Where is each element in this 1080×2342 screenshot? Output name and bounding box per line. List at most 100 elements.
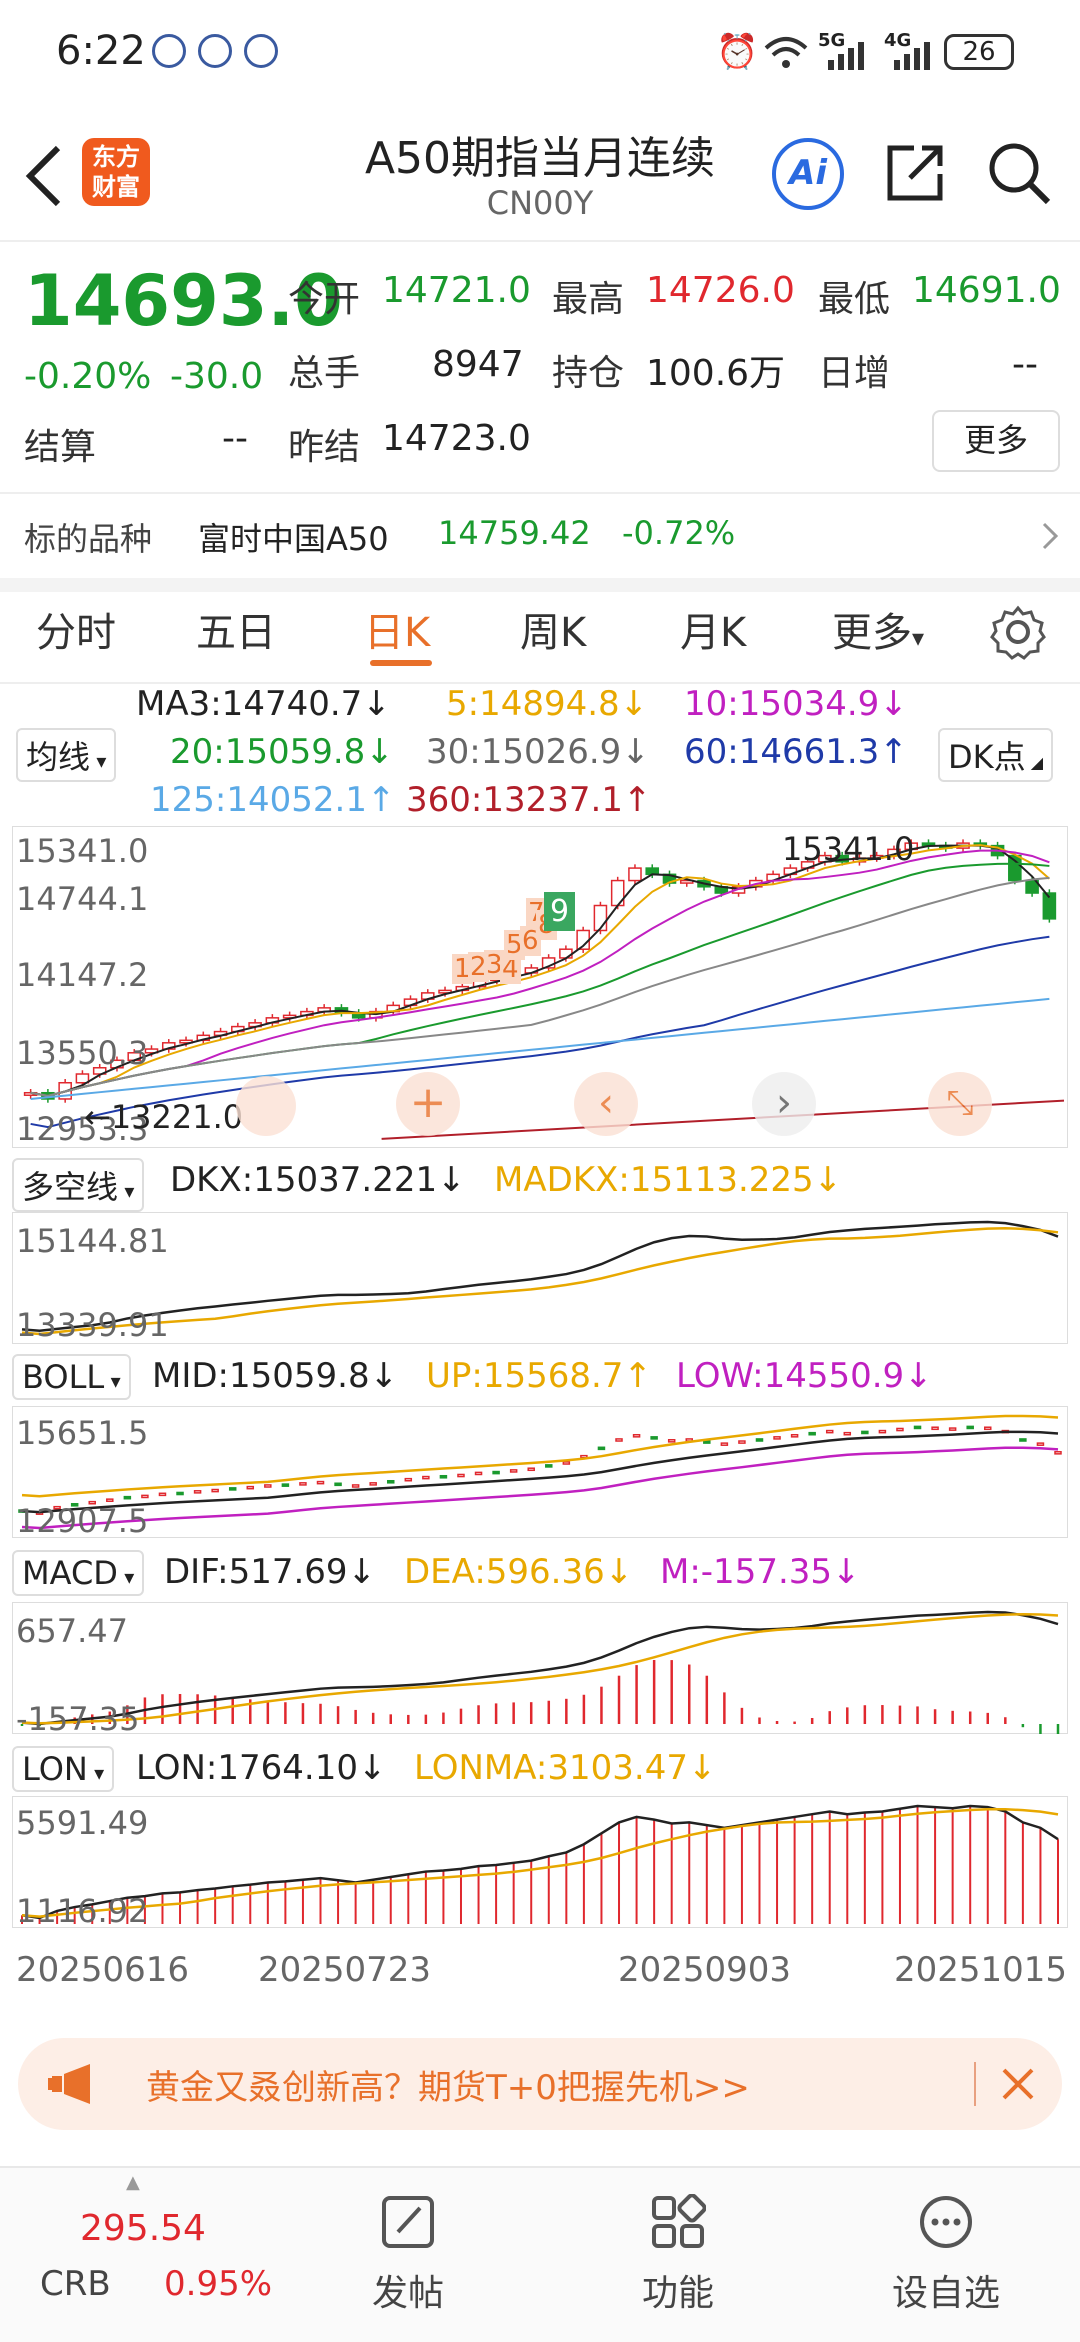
scroll-left-button[interactable]: ‹ <box>574 1072 638 1136</box>
fullscreen-button[interactable]: ⤡ <box>928 1072 992 1136</box>
boll-candle <box>896 1427 904 1432</box>
madkx-value: MADKX:15113.225↓ <box>494 1160 843 1200</box>
macd-dea-line <box>21 1612 1059 1725</box>
caret-up-icon: ▲ <box>126 2172 140 2193</box>
high-value: 14726.0 <box>646 270 795 311</box>
chevron-left-icon: ‹ <box>598 1080 614 1126</box>
underlying-pct: -0.72% <box>622 514 736 552</box>
y-tick-label: 5591.49 <box>16 1804 149 1842</box>
add-watchlist-button[interactable]: 设自选 <box>856 2188 1036 2338</box>
open-label: 今开 <box>288 279 361 320</box>
status-time: 6:22 <box>56 28 146 74</box>
open-interest-value: 100.6万 <box>646 353 786 394</box>
tab-daily-k[interactable]: 日K <box>364 600 430 658</box>
y-tick-label: 14147.2 <box>16 956 149 994</box>
change-percent: -0.20% <box>24 356 152 397</box>
x-date-label: 20250723 <box>258 1950 432 1990</box>
tab-five-day[interactable]: 五日 <box>196 600 276 658</box>
boll-candle <box>211 1488 219 1493</box>
boll-candle <box>562 1461 571 1465</box>
daily-increase-value: -- <box>1012 344 1038 385</box>
boll-candle <box>228 1487 237 1491</box>
zoom-out-button[interactable] <box>236 1076 296 1136</box>
boll-selector[interactable]: BOLL ▾ <box>12 1354 131 1400</box>
close-icon[interactable] <box>1000 2066 1036 2102</box>
boll-candle <box>861 1430 869 1435</box>
ma10-line <box>30 849 1050 1097</box>
boll-candle <box>509 1469 518 1473</box>
volume-label: 总手 <box>288 353 361 394</box>
boll-candle <box>790 1433 799 1438</box>
boll-candle <box>158 1492 167 1497</box>
zoom-in-button[interactable]: + <box>396 1072 460 1136</box>
functions-button[interactable]: 功能 <box>588 2188 768 2338</box>
boll-candle <box>141 1494 149 1499</box>
macd-selector[interactable]: MACD ▾ <box>12 1550 145 1596</box>
boll-candle <box>703 1440 711 1444</box>
boll-candle <box>281 1483 290 1487</box>
lon-chart[interactable] <box>12 1796 1068 1928</box>
boll-candle <box>878 1429 887 1434</box>
lon-selector-label: LON <box>22 1750 88 1788</box>
y-tick-label: 15651.5 <box>16 1414 149 1452</box>
open-interest-label: 持仓 <box>552 353 625 394</box>
boll-candle <box>334 1482 342 1487</box>
volume-value: 8947 <box>432 344 524 385</box>
prev-settle-label: 昨结 <box>288 427 361 468</box>
more-quote-button[interactable]: 更多 <box>932 410 1060 472</box>
status-bar: 6:22 ⏰ 5G 4G 26 <box>0 0 1080 110</box>
x-date-label: 20250616 <box>16 1950 190 1990</box>
x-date-label: 20251015 <box>894 1950 1068 1990</box>
boll-candle <box>808 1431 816 1436</box>
boll-candle <box>738 1440 746 1444</box>
x-date-label: 20250903 <box>618 1950 792 1990</box>
search-icon[interactable] <box>986 140 1052 206</box>
candle-body <box>593 904 608 932</box>
dkx-chart[interactable] <box>12 1212 1068 1344</box>
boll-candle <box>843 1431 852 1436</box>
scroll-right-button[interactable]: › <box>752 1072 816 1136</box>
boll-candle <box>351 1484 360 1488</box>
boll-mid-line <box>21 1430 1059 1514</box>
ai-assistant-button[interactable]: Ai <box>772 138 844 210</box>
open-value: 14721.0 <box>382 270 531 311</box>
boll-candle <box>650 1436 658 1440</box>
daily-increase-label: 日增 <box>818 353 891 394</box>
boll-chart[interactable] <box>12 1406 1068 1538</box>
crb-label: CRB <box>40 2264 111 2304</box>
active-tab-indicator <box>370 660 432 666</box>
corner-arrow-icon: ◢ <box>1025 753 1044 772</box>
ma125-label: 125:14052.1↑ <box>150 780 396 820</box>
post-label: 发帖 <box>371 2273 444 2314</box>
prev-settle-value: 14723.0 <box>382 418 531 459</box>
wifi-icon <box>764 37 808 68</box>
tab-weekly-k[interactable]: 周K <box>520 600 586 658</box>
boll-candle <box>755 1438 764 1442</box>
boll-candle <box>439 1474 448 1479</box>
boll-low-line <box>21 1446 1059 1530</box>
ma10-label: 10:15034.9↓ <box>684 684 908 724</box>
share-icon[interactable] <box>884 140 948 204</box>
boll-candle <box>404 1477 413 1482</box>
ma60-label: 60:14661.3↑ <box>684 732 908 772</box>
underlying-price: 14759.42 <box>438 514 591 552</box>
post-button[interactable]: 发帖 <box>318 2188 498 2338</box>
tab-more[interactable]: 更多▾ <box>832 600 924 658</box>
dkx-selector[interactable]: 多空线 ▾ <box>12 1158 145 1212</box>
tab-intraday[interactable]: 分时 <box>36 600 116 658</box>
boll-candle <box>615 1438 623 1442</box>
promo-banner[interactable]: 黄金又叒创新高？期货T+0把握先机>> <box>18 2038 1062 2130</box>
gear-icon[interactable] <box>990 604 1046 660</box>
macd-chart[interactable] <box>12 1602 1068 1734</box>
boll-candle <box>299 1482 307 1486</box>
dk-point-button[interactable]: DK点 ◢ <box>938 728 1054 782</box>
lon-selector[interactable]: LON ▾ <box>12 1746 115 1792</box>
candle-body <box>1008 854 1022 882</box>
underlying-row[interactable]: 标的品种 富时中国A50 14759.42 -0.72% <box>0 492 1080 592</box>
ma-selector[interactable]: 均线 ▾ <box>16 728 117 782</box>
madkx-line <box>21 1226 1059 1336</box>
boll-candle <box>966 1425 974 1430</box>
y-tick-label: -157.35 <box>16 1700 140 1738</box>
tab-monthly-k[interactable]: 月K <box>680 600 746 658</box>
chevron-right-icon: › <box>776 1080 792 1126</box>
